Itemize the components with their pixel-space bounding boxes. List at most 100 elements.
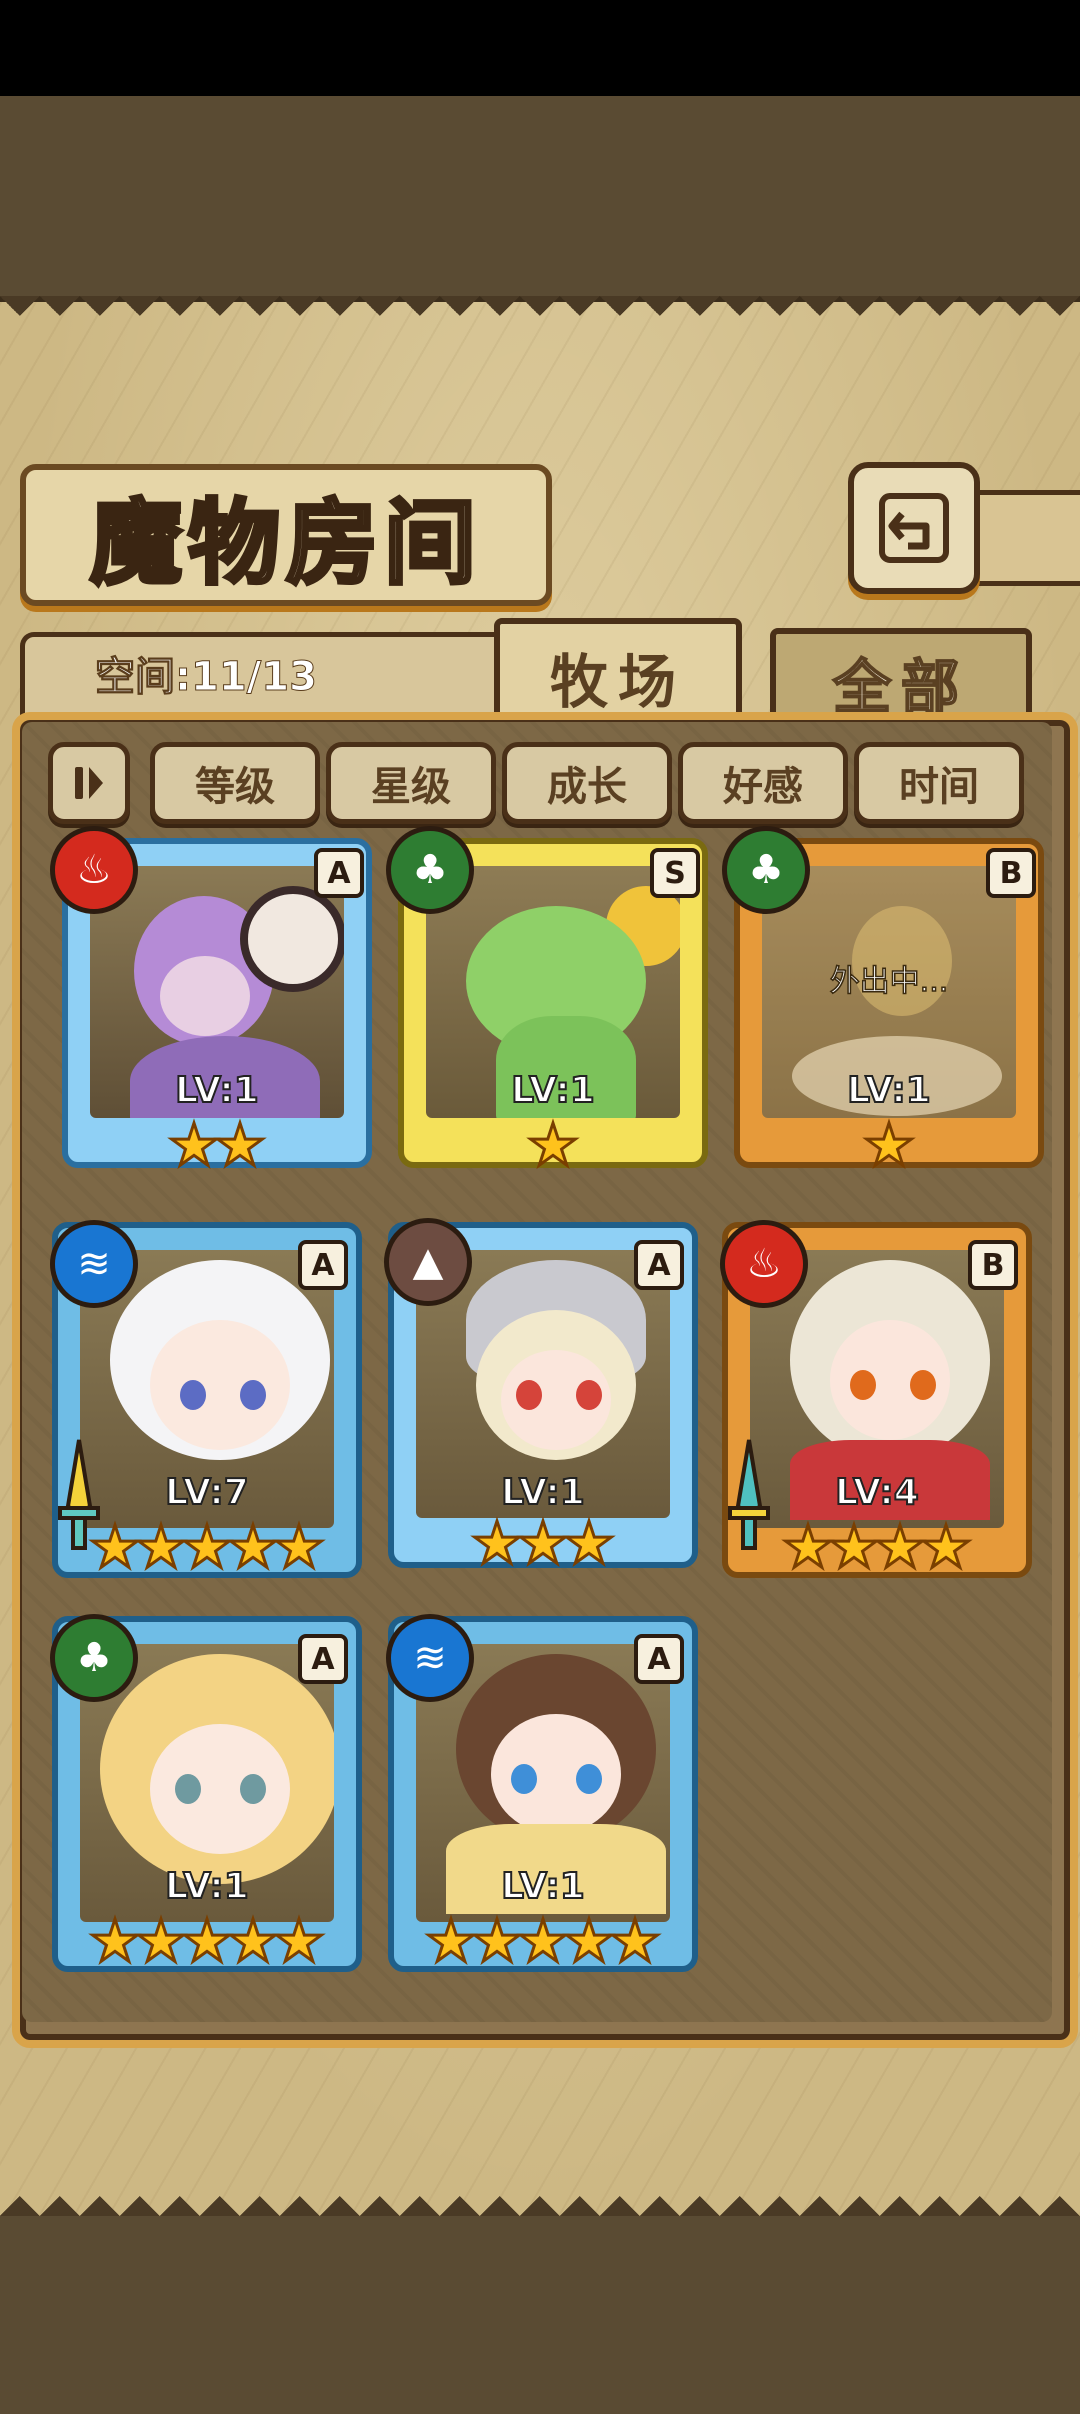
star-icon: ★ xyxy=(180,1513,235,1581)
flame-icon: ♨ xyxy=(746,1241,782,1287)
element-badge: ♨ xyxy=(50,826,138,914)
element-badge: ≋ xyxy=(386,1614,474,1702)
star-rating: ★ ★ ★ ★ ★ xyxy=(52,1907,362,1975)
waves-icon: ≋ xyxy=(77,1241,111,1287)
eye xyxy=(240,1380,266,1410)
star-icon: ★ xyxy=(862,1111,917,1179)
star-rating: ★ ★ xyxy=(62,1111,372,1179)
star-icon: ★ xyxy=(608,1907,663,1975)
star-icon: ★ xyxy=(781,1513,836,1581)
star-icon: ★ xyxy=(424,1907,479,1975)
leaf-icon: ♣ xyxy=(412,847,448,893)
leaf-icon: ♣ xyxy=(748,847,784,893)
star-icon: ★ xyxy=(226,1513,281,1581)
star-icon: ★ xyxy=(213,1111,268,1179)
monster-card[interactable]: ♣ A LV:1 ★ ★ ★ ★ ★ xyxy=(50,1614,362,1982)
star-icon: ★ xyxy=(134,1907,189,1975)
star-rating: ★ xyxy=(398,1111,708,1179)
sort-time-button[interactable]: 时间 xyxy=(854,742,1024,824)
capacity-panel: 空间:11/13 xyxy=(20,632,510,717)
page-title: 魔物房间 xyxy=(88,487,482,599)
away-status: 外出中... xyxy=(829,963,949,1000)
monster-card[interactable]: ≋ A LV:7 ★ ★ ★ ★ ★ xyxy=(50,1220,362,1588)
eye xyxy=(180,1380,206,1410)
rank-badge: A xyxy=(298,1634,348,1684)
level-label: LV:1 xyxy=(500,1865,586,1908)
status-bar xyxy=(0,0,1080,96)
rank-badge: A xyxy=(634,1240,684,1290)
back-rail xyxy=(968,490,1080,586)
eye xyxy=(175,1774,201,1804)
monster-card[interactable]: ♣ B 外出中... LV:1 ★ xyxy=(722,826,1044,1179)
star-icon: ★ xyxy=(470,1907,525,1975)
monster-face xyxy=(150,1320,290,1450)
sword-icon xyxy=(728,1439,770,1550)
monster-card[interactable]: ♨ B LV:4 ★ ★ ★ ★ xyxy=(720,1220,1032,1588)
leaf-icon: ♣ xyxy=(76,1635,112,1681)
element-badge: ♣ xyxy=(50,1614,138,1702)
rank-badge: B xyxy=(986,848,1036,898)
map-background-bottom xyxy=(0,2216,1080,2414)
star-icon: ★ xyxy=(134,1513,189,1581)
level-label: LV:1 xyxy=(510,1069,596,1112)
star-icon: ★ xyxy=(272,1907,327,1975)
panel-top-edge xyxy=(0,296,1080,336)
level-label: LV:1 xyxy=(174,1069,260,1112)
star-icon: ★ xyxy=(180,1907,235,1975)
mountain-icon: ▲ xyxy=(412,1239,444,1285)
star-icon: ★ xyxy=(272,1513,327,1581)
return-arrow-icon xyxy=(879,493,949,563)
star-rating: ★ xyxy=(734,1111,1044,1179)
element-badge: ▲ xyxy=(384,1218,472,1306)
level-label: LV:1 xyxy=(846,1069,932,1112)
star-icon: ★ xyxy=(827,1513,882,1581)
rank-badge: B xyxy=(968,1240,1018,1290)
monster-face xyxy=(150,1724,290,1854)
rank-badge: A xyxy=(314,848,364,898)
star-icon: ★ xyxy=(516,1509,571,1577)
eye xyxy=(576,1764,602,1794)
star-icon: ★ xyxy=(167,1111,222,1179)
star-icon: ★ xyxy=(526,1111,581,1179)
sort-level-button[interactable]: 等级 xyxy=(150,742,320,824)
level-label: LV:1 xyxy=(164,1865,250,1908)
star-icon: ★ xyxy=(562,1907,617,1975)
eye xyxy=(850,1370,876,1400)
waves-icon: ≋ xyxy=(413,1635,447,1681)
star-rating: ★ ★ ★ ★ ★ xyxy=(388,1907,698,1975)
rank-badge: A xyxy=(298,1240,348,1290)
star-icon: ★ xyxy=(562,1509,617,1577)
sort-affection-button[interactable]: 好感 xyxy=(678,742,848,824)
monster-face xyxy=(160,956,250,1036)
star-icon: ★ xyxy=(226,1907,281,1975)
sort-growth-button[interactable]: 成长 xyxy=(502,742,672,824)
element-badge: ♣ xyxy=(386,826,474,914)
sort-order-icon xyxy=(75,767,103,799)
title-plate: 魔物房间 xyxy=(20,464,552,606)
eye xyxy=(511,1764,537,1794)
monster-card[interactable]: ≋ A LV:1 ★ ★ ★ ★ ★ xyxy=(386,1614,698,1982)
eye xyxy=(516,1380,542,1410)
eye xyxy=(240,1774,266,1804)
sword-icon xyxy=(58,1439,100,1550)
star-icon: ★ xyxy=(88,1907,143,1975)
sort-star-button[interactable]: 星级 xyxy=(326,742,496,824)
eye xyxy=(910,1370,936,1400)
monster-card[interactable]: ♣ S LV:1 ★ xyxy=(386,826,708,1179)
rank-badge: S xyxy=(650,848,700,898)
panel-bottom-edge xyxy=(0,2176,1080,2216)
element-badge: ♣ xyxy=(722,826,810,914)
monster-card[interactable]: ▲ A LV:1 ★ ★ ★ xyxy=(384,1218,698,1578)
sort-order-toggle[interactable] xyxy=(48,742,130,824)
element-badge: ≋ xyxy=(50,1220,138,1308)
back-button[interactable] xyxy=(848,462,980,594)
star-icon: ★ xyxy=(516,1907,571,1975)
rank-badge: A xyxy=(634,1634,684,1684)
level-label: LV:1 xyxy=(500,1471,586,1514)
monster-card[interactable]: ♨ A LV:1 ★ ★ xyxy=(50,826,372,1179)
capacity-label: 空间:11/13 xyxy=(95,654,318,701)
flame-icon: ♨ xyxy=(76,847,112,893)
monster-wing xyxy=(240,886,344,992)
element-badge: ♨ xyxy=(720,1220,808,1308)
star-icon: ★ xyxy=(919,1513,974,1581)
